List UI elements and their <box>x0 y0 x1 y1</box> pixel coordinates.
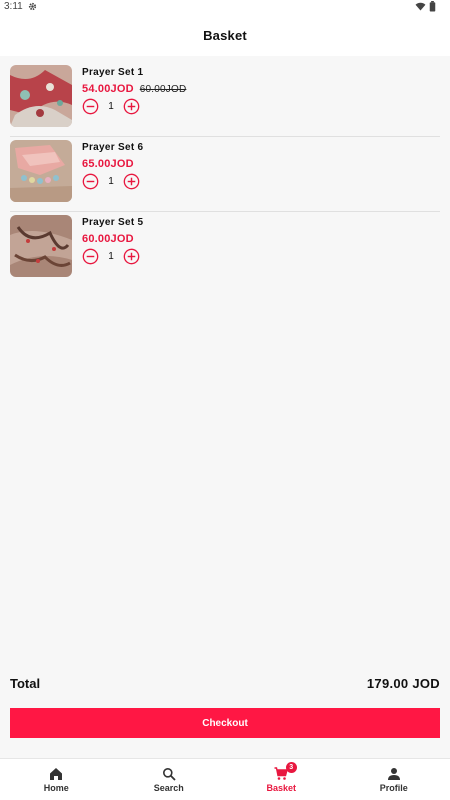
basket-item: Prayer Set 6 65.00JOD 1 <box>10 137 440 212</box>
product-price: 65.00JOD <box>82 158 134 170</box>
plus-circle-icon[interactable] <box>123 248 140 265</box>
checkout-button[interactable]: Checkout <box>10 708 440 738</box>
quantity-value: 1 <box>108 101 114 112</box>
settings-icon <box>28 2 36 11</box>
nav-profile-label: Profile <box>379 783 408 793</box>
status-bar: 3:11 <box>0 0 450 14</box>
plus-circle-icon[interactable] <box>123 98 140 115</box>
nav-home-label: Home <box>43 783 69 793</box>
basket-list: Prayer Set 1 54.00JOD 60.00JOD 1 Prayer … <box>10 62 440 287</box>
quantity-value: 1 <box>108 176 114 187</box>
product-name: Prayer Set 5 <box>82 217 144 228</box>
nav-search[interactable]: Search <box>113 759 226 800</box>
product-price: 54.00JOD <box>82 83 134 95</box>
product-old-price: 60.00JOD <box>139 84 187 95</box>
basket-item: Prayer Set 5 60.00JOD 1 <box>10 212 440 287</box>
status-time: 3:11 <box>4 1 23 12</box>
page-title: Basket <box>203 27 247 43</box>
total-value: 179.00 JOD <box>366 676 440 691</box>
minus-circle-icon[interactable] <box>82 98 99 115</box>
nav-profile[interactable]: Profile <box>338 759 450 800</box>
product-image[interactable] <box>10 140 72 202</box>
minus-circle-icon[interactable] <box>82 248 99 265</box>
nav-home[interactable]: Home <box>0 759 113 800</box>
product-image[interactable] <box>10 215 72 277</box>
product-name: Prayer Set 6 <box>82 142 144 153</box>
product-price: 60.00JOD <box>82 233 134 245</box>
product-name: Prayer Set 1 <box>82 67 144 78</box>
minus-circle-icon[interactable] <box>82 173 99 190</box>
quantity-value: 1 <box>108 251 114 262</box>
app-header: Basket <box>0 14 450 56</box>
nav-basket[interactable]: 3 Basket <box>225 759 338 800</box>
quantity-stepper: 1 <box>82 98 186 115</box>
quantity-stepper: 1 <box>82 248 143 265</box>
nav-search-label: Search <box>153 783 184 793</box>
nav-basket-label: Basket <box>266 783 297 793</box>
home-icon <box>50 768 63 780</box>
basket-count-badge: 3 <box>285 762 297 773</box>
basket-item: Prayer Set 1 54.00JOD 60.00JOD 1 <box>10 62 440 137</box>
person-icon <box>387 768 400 780</box>
plus-circle-icon[interactable] <box>123 173 140 190</box>
product-image[interactable] <box>10 65 72 127</box>
wifi-icon <box>415 2 426 11</box>
search-icon <box>162 768 176 781</box>
total-label: Total <box>10 676 41 691</box>
bottom-nav: Home Search 3 Basket Profile <box>0 758 450 800</box>
total-row: Total 179.00 JOD <box>10 676 440 691</box>
quantity-stepper: 1 <box>82 173 143 190</box>
battery-icon <box>429 1 436 12</box>
